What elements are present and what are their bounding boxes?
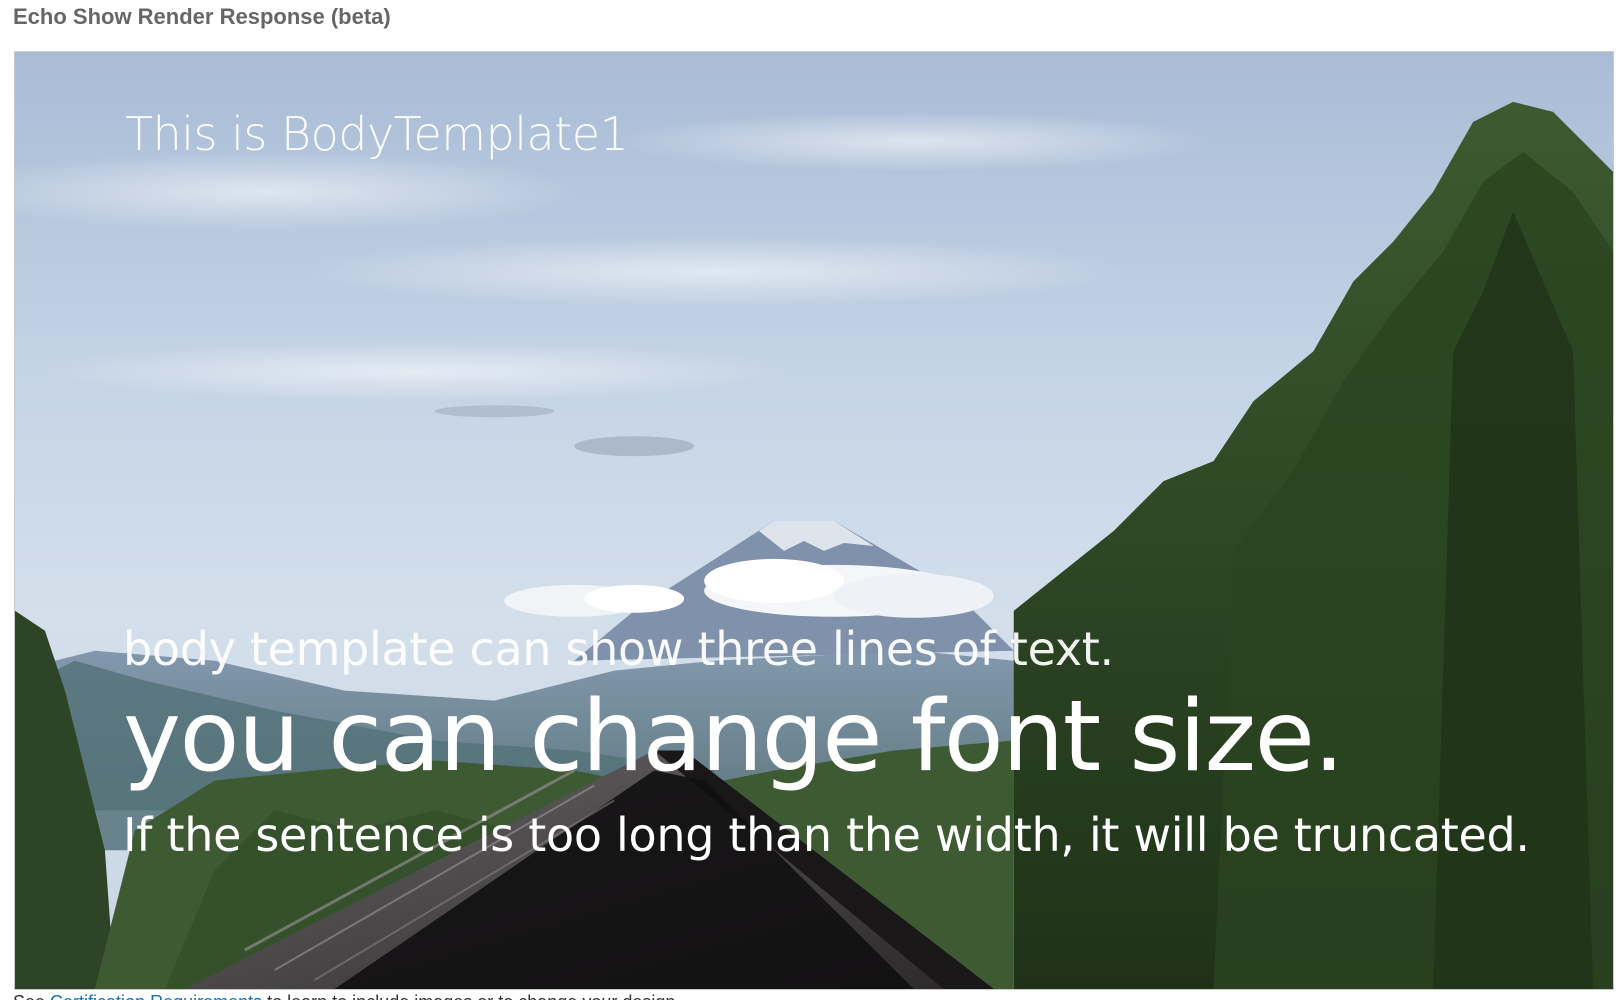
primary-text: body template can show three lines of te… bbox=[123, 622, 1114, 676]
footer-suffix: to learn to include images or to change … bbox=[262, 992, 698, 1000]
template-title: This is BodyTemplate1 bbox=[125, 107, 629, 161]
page-heading: Echo Show Render Response (beta) bbox=[13, 4, 391, 29]
echo-show-render-frame: This is BodyTemplate1 body template can … bbox=[14, 51, 1614, 990]
certification-link[interactable]: Certification Requirements bbox=[50, 992, 262, 1000]
footer-prefix: See bbox=[13, 992, 50, 1000]
secondary-text: you can change font size. bbox=[123, 680, 1345, 794]
tertiary-text: If the sentence is too long than the wid… bbox=[123, 808, 1530, 862]
footer-note: See Certification Requirements to learn … bbox=[13, 992, 698, 1000]
